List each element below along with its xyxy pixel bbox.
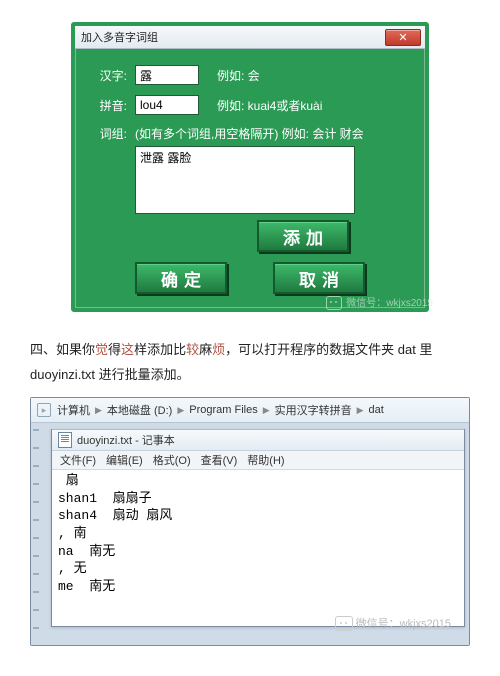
file-list-strip	[33, 429, 39, 639]
notepad-menubar: 文件(F) 编辑(E) 格式(O) 查看(V) 帮助(H)	[52, 451, 464, 470]
ok-button[interactable]: 确定	[135, 262, 227, 294]
crumb[interactable]: Program Files	[189, 404, 257, 416]
chevron-right-icon: ▶	[177, 405, 184, 416]
notepad-window: duoyinzi.txt - 记事本 文件(F) 编辑(E) 格式(O) 查看(…	[51, 429, 465, 627]
pinyin-input[interactable]	[135, 95, 199, 115]
crumb[interactable]: 计算机	[57, 402, 90, 418]
menu-file[interactable]: 文件(F)	[60, 452, 96, 468]
cizu-row: 词组: (如有多个词组,用空格隔开) 例如: 会计 财会	[91, 125, 409, 142]
chevron-right-icon: ▶	[357, 405, 364, 416]
notepad-title: duoyinzi.txt - 记事本	[77, 432, 175, 448]
hanzi-hint: 例如: 会	[217, 67, 260, 84]
explorer-window: ▸ 计算机 ▶ 本地磁盘 (D:) ▶ Program Files ▶ 实用汉字…	[30, 397, 470, 646]
menu-help[interactable]: 帮助(H)	[247, 452, 284, 468]
dialog-titlebar: 加入多音字词组 ✕	[75, 26, 425, 49]
watermark: 微信号：wkjxs2015	[326, 294, 433, 310]
breadcrumb: ▸ 计算机 ▶ 本地磁盘 (D:) ▶ Program Files ▶ 实用汉字…	[31, 398, 469, 423]
close-icon: ✕	[398, 31, 407, 44]
instruction-paragraph: 四、如果你觉得这样添加比较麻烦，可以打开程序的数据文件夹 dat 里 duoyi…	[30, 338, 470, 387]
folder-icon: ▸	[37, 403, 51, 417]
menu-format[interactable]: 格式(O)	[153, 452, 191, 468]
notepad-content[interactable]: 扇 shan1 扇扇子 shan4 扇动 扇风 , 南 na 南无 , 无 me…	[52, 470, 464, 626]
cizu-textarea[interactable]	[135, 146, 355, 214]
add-button[interactable]: 添加	[257, 220, 349, 252]
crumb[interactable]: dat	[369, 404, 384, 416]
cancel-button[interactable]: 取消	[273, 262, 365, 294]
pinyin-label: 拼音:	[91, 97, 127, 114]
hanzi-input[interactable]	[135, 65, 199, 85]
crumb[interactable]: 本地磁盘 (D:)	[107, 402, 172, 418]
dialog-body: 汉字: 例如: 会 拼音: 例如: kuai4或者kuài 词组: (如有多个词…	[75, 49, 425, 308]
polyphonic-dialog: 加入多音字词组 ✕ 汉字: 例如: 会 拼音: 例如: kuai4或者kuài …	[71, 22, 429, 312]
chevron-right-icon: ▶	[95, 405, 102, 416]
wechat-icon	[326, 296, 342, 310]
explorer-content: duoyinzi.txt - 记事本 文件(F) 编辑(E) 格式(O) 查看(…	[31, 423, 469, 645]
menu-view[interactable]: 查看(V)	[201, 452, 238, 468]
notepad-icon	[58, 432, 72, 448]
hanzi-row: 汉字: 例如: 会	[91, 65, 409, 85]
hanzi-label: 汉字:	[91, 67, 127, 84]
chevron-right-icon: ▶	[263, 405, 270, 416]
dialog-title: 加入多音字词组	[81, 29, 158, 45]
close-button[interactable]: ✕	[385, 29, 421, 46]
menu-edit[interactable]: 编辑(E)	[106, 452, 143, 468]
cizu-hint: (如有多个词组,用空格隔开) 例如: 会计 财会	[135, 125, 364, 142]
crumb[interactable]: 实用汉字转拼音	[275, 402, 352, 418]
cizu-label: 词组:	[91, 125, 127, 142]
pinyin-row: 拼音: 例如: kuai4或者kuài	[91, 95, 409, 115]
notepad-titlebar: duoyinzi.txt - 记事本	[52, 429, 464, 451]
pinyin-hint: 例如: kuai4或者kuài	[217, 97, 322, 114]
